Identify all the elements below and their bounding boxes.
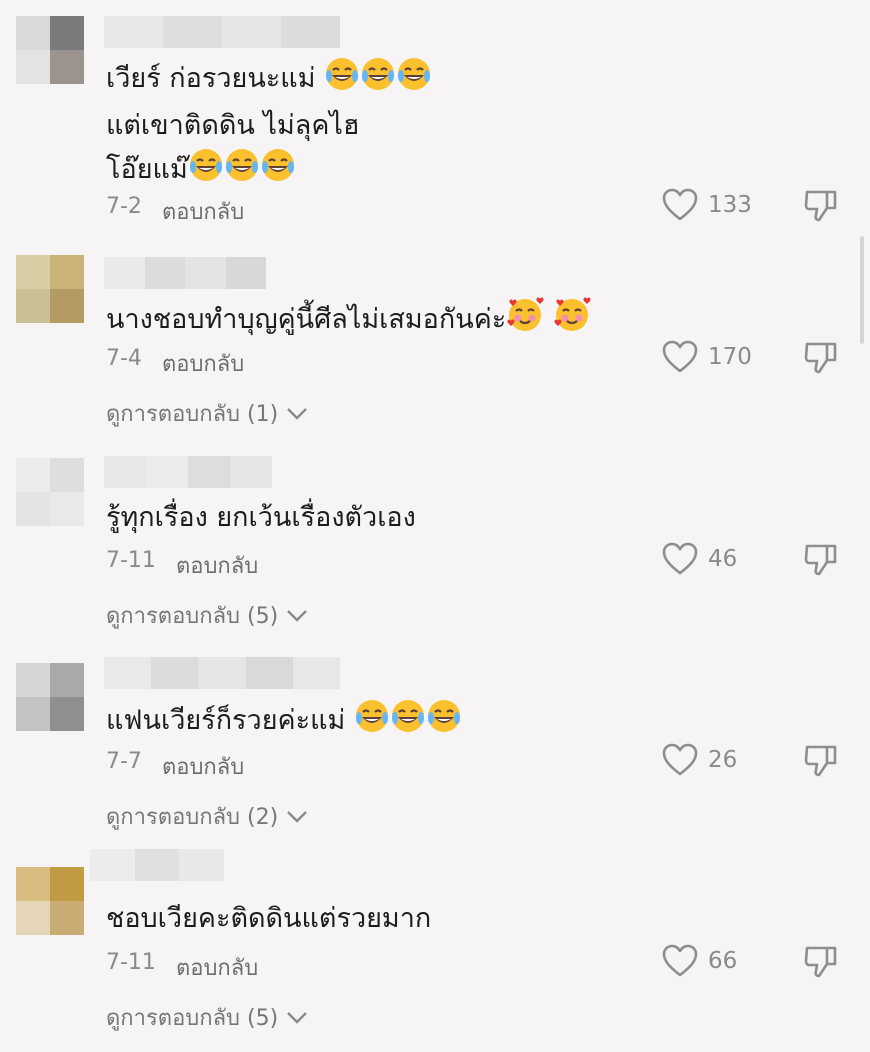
heart-icon xyxy=(662,743,698,776)
heart-icon xyxy=(662,542,698,575)
comment-date: 7-11 xyxy=(106,950,156,975)
thumbs-down-icon xyxy=(804,190,837,222)
dislike-button[interactable] xyxy=(803,743,839,783)
view-replies-label: ดูการตอบกลับ (2) xyxy=(106,805,279,830)
comment-text: นางชอบทำบุญคู่นี้ศีลไม่เสมอกันค่ะ xyxy=(106,297,591,346)
laughing-tears-emoji xyxy=(260,147,296,196)
comment-line: นางชอบทำบุญคู่นี้ศีลไม่เสมอกันค่ะ xyxy=(106,304,507,335)
laughing-tears-emoji xyxy=(354,698,390,747)
reply-button[interactable]: ตอบกลับ xyxy=(162,194,244,229)
avatar[interactable] xyxy=(16,255,84,323)
chevron-down-icon xyxy=(287,810,308,823)
laughing-tears-emoji xyxy=(224,147,260,196)
view-replies-label: ดูการตอบกลับ (5) xyxy=(106,1006,279,1031)
comment-line: แฟนเวียร์ก็รวยค่ะแม่ xyxy=(106,705,346,736)
chevron-down-icon xyxy=(287,407,308,420)
username-blurred[interactable] xyxy=(104,16,340,48)
chevron-down-icon xyxy=(287,1011,308,1024)
comment-text: รู้ทุกเรื่อง ยกเว้นเรื่องตัวเอง xyxy=(106,497,416,539)
view-replies-label: ดูการตอบกลับ (5) xyxy=(106,604,279,629)
avatar[interactable] xyxy=(16,867,84,935)
comment-date: 7-4 xyxy=(106,346,142,371)
laughing-tears-emoji xyxy=(188,147,224,196)
avatar[interactable] xyxy=(16,16,84,84)
laughing-tears-emoji xyxy=(324,56,360,105)
comment-meta: 7-11 ตอบกลับ xyxy=(106,548,258,583)
like-count: 170 xyxy=(708,344,752,370)
comment-text: ชอบเวียคะติดดินแต่รวยมาก xyxy=(106,898,431,940)
dislike-button[interactable] xyxy=(803,944,839,984)
comment-meta: 7-11 ตอบกลับ xyxy=(106,950,258,985)
comment-line: รู้ทุกเรื่อง ยกเว้นเรื่องตัวเอง xyxy=(106,502,416,533)
username-blurred[interactable] xyxy=(104,456,272,488)
scrollbar[interactable] xyxy=(860,236,864,344)
heart-icon xyxy=(662,340,698,373)
like-count: 66 xyxy=(708,948,738,974)
thumbs-down-icon xyxy=(804,946,837,978)
heart-icon xyxy=(662,188,698,221)
comment-date: 7-11 xyxy=(106,548,156,573)
reply-button[interactable]: ตอบกลับ xyxy=(176,548,258,583)
view-replies-button[interactable]: ดูการตอบกลับ (2) xyxy=(106,799,308,834)
comment-date: 7-2 xyxy=(106,194,142,219)
thumbs-down-icon xyxy=(804,544,837,576)
dislike-button[interactable] xyxy=(803,340,839,380)
like-button[interactable]: 26 xyxy=(662,743,737,777)
dislike-button[interactable] xyxy=(803,188,839,228)
avatar[interactable] xyxy=(16,458,84,526)
dislike-button[interactable] xyxy=(803,542,839,582)
like-button[interactable]: 46 xyxy=(662,542,737,576)
username-blurred[interactable] xyxy=(104,657,340,689)
like-button[interactable]: 170 xyxy=(662,340,752,374)
comment-line: เวียร์ ก่อรวยนะแม่ xyxy=(106,63,316,94)
comment-line: แต่เขาติดดิน ไม่ลุคไฮ xyxy=(106,110,360,141)
username-blurred[interactable] xyxy=(90,849,224,881)
laughing-tears-emoji xyxy=(396,56,432,105)
like-count: 133 xyxy=(708,192,752,218)
like-count: 46 xyxy=(708,546,738,572)
comment-text: แฟนเวียร์ก็รวยค่ะแม่ xyxy=(106,698,462,747)
avatar[interactable] xyxy=(16,663,84,731)
chevron-down-icon xyxy=(287,609,308,622)
heart-icon xyxy=(662,944,698,977)
username-blurred[interactable] xyxy=(104,257,266,289)
view-replies-button[interactable]: ดูการตอบกลับ (5) xyxy=(106,598,308,633)
like-button[interactable]: 133 xyxy=(662,188,752,222)
like-count: 26 xyxy=(708,747,738,773)
smiling-hearts-emoji xyxy=(553,297,591,346)
reply-button[interactable]: ตอบกลับ xyxy=(162,346,244,381)
view-replies-button[interactable]: ดูการตอบกลับ (1) xyxy=(106,396,308,431)
comment-date: 7-7 xyxy=(106,749,142,774)
comment-meta: 7-7 ตอบกลับ xyxy=(106,749,244,784)
laughing-tears-emoji xyxy=(426,698,462,747)
thumbs-down-icon xyxy=(804,342,837,374)
comment-meta: 7-2 ตอบกลับ xyxy=(106,194,244,229)
comment-meta: 7-4 ตอบกลับ xyxy=(106,346,244,381)
reply-button[interactable]: ตอบกลับ xyxy=(162,749,244,784)
comment-line: โอ๊ยแม๊ xyxy=(106,154,188,185)
like-button[interactable]: 66 xyxy=(662,944,737,978)
smiling-hearts-emoji xyxy=(506,297,544,346)
laughing-tears-emoji xyxy=(390,698,426,747)
reply-button[interactable]: ตอบกลับ xyxy=(176,950,258,985)
laughing-tears-emoji xyxy=(360,56,396,105)
thumbs-down-icon xyxy=(804,745,837,777)
comment-text: เวียร์ ก่อรวยนะแม่ แต่เขาติดดิน ไม่ลุคไฮ… xyxy=(106,56,432,196)
view-replies-label: ดูการตอบกลับ (1) xyxy=(106,402,279,427)
comment-line: ชอบเวียคะติดดินแต่รวยมาก xyxy=(106,903,432,934)
view-replies-button[interactable]: ดูการตอบกลับ (5) xyxy=(106,1000,308,1035)
